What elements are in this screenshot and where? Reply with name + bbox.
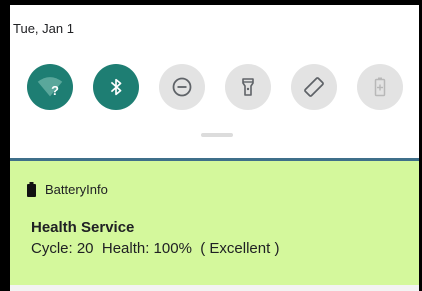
wifi-tile[interactable]: ? (27, 64, 73, 110)
flashlight-tile[interactable] (225, 64, 271, 110)
wifi-unknown-icon: ? (37, 77, 63, 98)
bottom-edge (10, 285, 419, 291)
notification-text: Cycle: 20 Health: 100% ( Excellent ) (31, 240, 280, 257)
expand-handle[interactable] (201, 133, 233, 137)
auto-rotate-icon (304, 77, 324, 97)
do-not-disturb-icon (172, 77, 192, 97)
left-edge (0, 0, 10, 291)
date-label: Tue, Jan 1 (13, 21, 74, 36)
do-not-disturb-tile[interactable] (159, 64, 205, 110)
battery-saver-tile[interactable] (357, 64, 403, 110)
notification-title: Health Service (31, 219, 135, 236)
battery-saver-icon (374, 77, 386, 97)
flashlight-icon (242, 78, 254, 96)
auto-rotate-tile[interactable] (291, 64, 337, 110)
app-name: BatteryInfo (45, 182, 108, 197)
notification-header: BatteryInfo (27, 182, 108, 197)
notification-shade: Tue, Jan 1 ? BatteryInfo Health Service … (0, 0, 422, 291)
svg-text:?: ? (51, 83, 59, 98)
top-edge (0, 0, 422, 5)
bluetooth-tile[interactable] (93, 64, 139, 110)
battery-icon (27, 182, 36, 197)
bluetooth-icon (110, 78, 122, 96)
